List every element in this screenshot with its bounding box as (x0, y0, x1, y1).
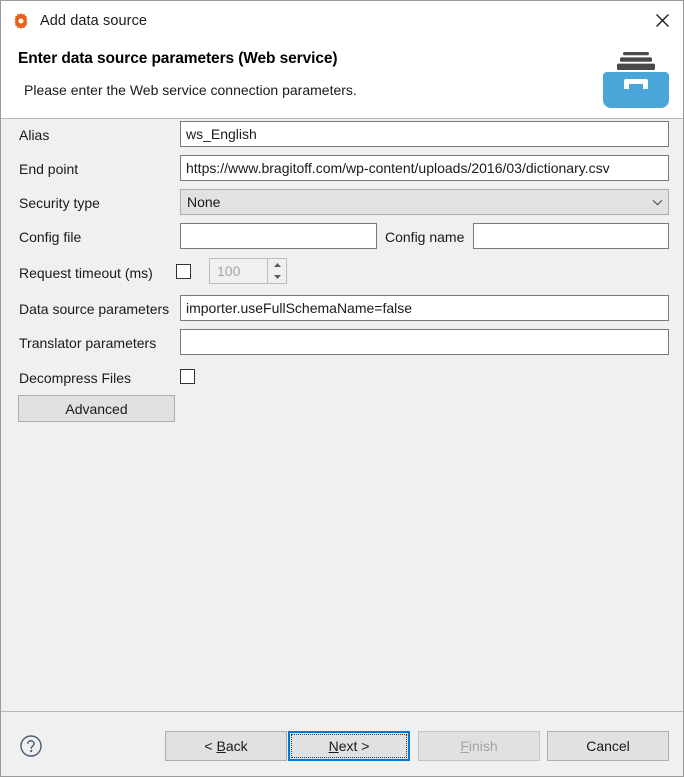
request-timeout-label: Request timeout (ms) (19, 265, 153, 281)
advanced-button-label: Advanced (65, 400, 128, 417)
config-name-label: Config name (385, 229, 465, 245)
archive-box-icon (601, 49, 671, 111)
translator-parameters-input[interactable] (180, 329, 669, 355)
cancel-button[interactable]: Cancel (547, 731, 669, 761)
advanced-button[interactable]: Advanced (18, 395, 175, 422)
security-type-label: Security type (19, 195, 100, 211)
security-type-value: None (187, 194, 221, 210)
endpoint-input[interactable] (180, 155, 669, 181)
security-type-dropdown[interactable]: None (180, 189, 669, 215)
request-timeout-value: 100 (217, 263, 241, 279)
cancel-button-label: Cancel (586, 738, 630, 754)
next-button[interactable]: Next > (288, 731, 410, 761)
data-source-parameters-label: Data source parameters (19, 301, 170, 317)
page-title: Enter data source parameters (Web servic… (18, 50, 338, 67)
data-source-parameters-input[interactable] (180, 295, 669, 321)
translator-parameters-label: Translator parameters (19, 335, 157, 351)
spinner-down-icon[interactable] (268, 271, 286, 283)
dialog-body: Alias End point Security type None Confi… (1, 120, 683, 711)
page-description: Please enter the Web service connection … (24, 82, 357, 98)
gear-icon (11, 11, 31, 31)
endpoint-label: End point (19, 161, 79, 177)
request-timeout-checkbox[interactable] (176, 264, 191, 279)
help-circle-icon[interactable] (19, 734, 43, 758)
spinner-up-icon[interactable] (268, 259, 286, 271)
window-title: Add data source (40, 13, 148, 29)
alias-input[interactable] (180, 121, 669, 147)
next-button-label: Next > (328, 738, 370, 754)
config-file-input[interactable] (180, 223, 377, 249)
alias-label: Alias (19, 127, 50, 143)
close-icon[interactable] (639, 1, 683, 39)
back-button[interactable]: < Back (165, 731, 287, 761)
decompress-files-label: Decompress Files (19, 370, 132, 386)
dialog-footer: < Back Next > Finish Cancel (1, 711, 683, 776)
chevron-down-icon (646, 199, 668, 206)
spinner-buttons (267, 259, 286, 283)
back-button-label: < Back (204, 738, 248, 754)
dialog-header: Enter data source parameters (Web servic… (1, 41, 683, 119)
config-name-input[interactable] (473, 223, 669, 249)
request-timeout-spinner[interactable]: 100 (209, 258, 287, 284)
config-file-label: Config file (19, 229, 82, 245)
title-bar: Add data source (1, 1, 683, 41)
decompress-files-checkbox[interactable] (180, 369, 195, 384)
finish-button: Finish (418, 731, 540, 761)
add-data-source-dialog: Add data source Enter data source parame… (0, 0, 684, 777)
finish-button-label: Finish (460, 738, 498, 754)
